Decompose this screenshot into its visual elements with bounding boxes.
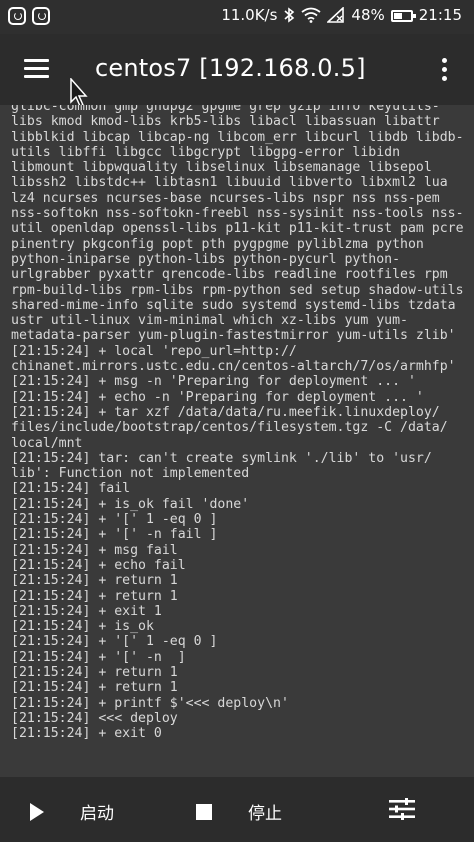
battery-icon (390, 9, 416, 22)
terminal-line: [21:15:24] + msg fail (11, 542, 178, 558)
terminal-line: [21:15:24] + echo fail (11, 557, 186, 573)
terminal-line: metadata-parser yum-plugin-fastestmirror… (11, 328, 456, 344)
tune-icon[interactable] (389, 798, 415, 820)
terminal-line: [21:15:24] + printf $'<<< deploy\n' (11, 695, 289, 711)
signal-off-icon (327, 7, 345, 23)
hamburger-menu-icon[interactable] (24, 59, 49, 79)
status-bar-notifications (8, 7, 50, 25)
terminal-line: lz4 ncurses ncurses-base ncurses-libs ns… (11, 190, 440, 206)
app-bar: centos7 [192.168.0.5] (0, 34, 474, 107)
network-speed: 11.0K/s (221, 6, 278, 24)
terminal-line: [21:15:24] + exit 1 (11, 603, 162, 619)
terminal-line: pinentry pkgconfig popt pth pygpgme pyli… (11, 236, 424, 252)
start-button[interactable]: 启动 (30, 799, 114, 824)
terminal-output[interactable]: glibc-common gmp gnupg2 gpgme grep gzip … (0, 105, 474, 777)
page-title: centos7 [192.168.0.5] (95, 54, 366, 82)
terminal-line: [21:15:24] + '[' -n fail ] (11, 527, 218, 543)
battery-level-fill (393, 12, 403, 19)
terminal-line: libmount libpwquality libselinux libsema… (11, 160, 432, 176)
terminal-line: [21:15:24] + return 1 (11, 573, 178, 589)
status-bar-system: 11.0K/s 48% 21:15 (221, 6, 462, 24)
terminal-line: [21:15:24] + is_ok fail 'done' (11, 496, 250, 512)
terminal-line: libblkid libcap libcap-ng libcom_err lib… (11, 129, 464, 145)
wifi-icon (301, 7, 321, 23)
start-button-label: 启动 (80, 804, 114, 824)
terminal-line: [21:15:24] + return 1 (11, 680, 178, 696)
clock: 21:15 (418, 6, 462, 24)
terminal-line: nss-softokn nss-softokn-freebl nss-sysin… (11, 206, 464, 222)
terminal-line: rpm-build-libs rpm-libs rpm-python sed s… (11, 282, 464, 298)
more-vert-icon[interactable] (442, 58, 448, 82)
app-icon-2 (32, 7, 50, 25)
status-bar: 11.0K/s 48% 21:15 (0, 0, 474, 34)
stop-icon (196, 803, 212, 820)
terminal-line: [21:15:24] + tar xzf /data/data/ru.meefi… (11, 404, 440, 420)
mouse-pointer-icon (70, 78, 88, 107)
bottom-toolbar: 启动 停止 (0, 777, 474, 842)
terminal-line: [21:15:24] + msg -n 'Preparing for deplo… (11, 374, 416, 390)
play-icon (30, 802, 44, 821)
terminal-line: [21:15:24] + echo -n 'Preparing for depl… (11, 389, 424, 405)
terminal-line: [21:15:24] + '[' 1 -eq 0 ] (11, 512, 218, 528)
terminal-line: [21:15:24] + '[' -n ] (11, 649, 186, 665)
terminal-line: ustr util-linux vim-minimal which xz-lib… (11, 313, 408, 329)
terminal-line: urlgrabber pyxattr qrencode-libs readlin… (11, 267, 448, 283)
bluetooth-icon (284, 7, 295, 23)
terminal-line: python-iniparse python-libs python-pycur… (11, 251, 401, 267)
terminal-line: chinanet.mirrors.ustc.edu.cn/centos-alta… (11, 359, 456, 375)
terminal-line: [21:15:24] tar: can't create symlink './… (11, 450, 432, 466)
terminal-line: glibc-common gmp gnupg2 gpgme grep gzip … (11, 105, 440, 114)
terminal-line: [21:15:24] + local 'repo_url=http:// (11, 343, 297, 359)
terminal-line: util openldap openssl-libs p11-kit p11-k… (11, 221, 464, 237)
terminal-line: shared-mime-info sqlite sudo systemd sys… (11, 297, 456, 313)
terminal-line: libs kmod kmod-libs krb5-libs libacl lib… (11, 114, 440, 130)
terminal-line: libssh2 libstdc++ libtasn1 libuuid libve… (11, 175, 448, 191)
terminal-line: [21:15:24] + exit 0 (11, 726, 162, 742)
terminal-line: [21:15:24] + is_ok (11, 619, 154, 635)
terminal-line: lib': Function not implemented (11, 466, 250, 482)
stop-button-label: 停止 (248, 804, 282, 824)
terminal-line: [21:15:24] + return 1 (11, 588, 178, 604)
terminal-log: glibc-common gmp gnupg2 gpgme grep gzip … (11, 105, 467, 741)
terminal-line: utils libffi libgcc libgcrypt libgpg-err… (11, 144, 401, 160)
stop-button[interactable]: 停止 (196, 799, 282, 824)
terminal-line: [21:15:24] <<< deploy (11, 710, 178, 726)
battery-percent: 48% (351, 6, 385, 24)
terminal-line: files/include/bootstrap/centos/filesyste… (11, 420, 448, 436)
terminal-line: [21:15:24] + return 1 (11, 664, 178, 680)
terminal-line: [21:15:24] fail (11, 481, 131, 497)
screen: 11.0K/s 48% 21:15 centos7 [192.168.0.5] … (0, 0, 474, 842)
app-icon (8, 7, 26, 25)
terminal-line: local/mnt (11, 435, 83, 451)
terminal-line: [21:15:24] + '[' 1 -eq 0 ] (11, 634, 218, 650)
